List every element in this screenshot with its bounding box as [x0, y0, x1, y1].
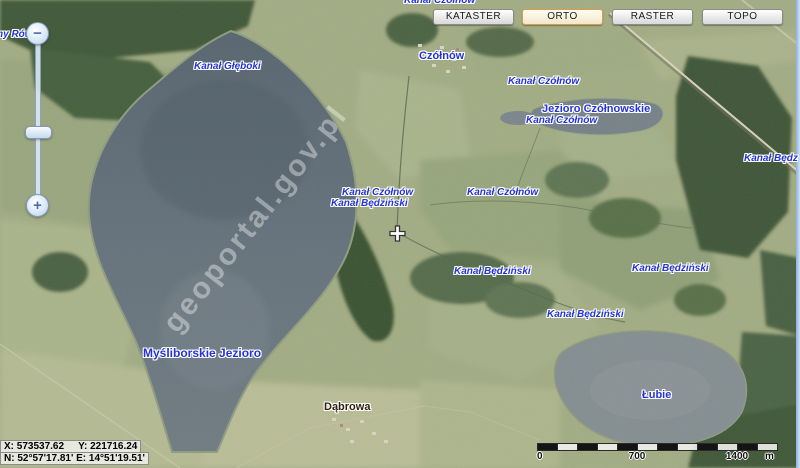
- zoom-slider-track[interactable]: [35, 33, 41, 215]
- zoom-out-button[interactable]: −: [26, 22, 49, 45]
- scale-bar-ruler: [537, 443, 778, 451]
- map-label: Kanał Czółnów: [404, 0, 475, 6]
- map-label: Kanał Czółnów: [526, 115, 597, 126]
- scale-unit: m: [765, 451, 774, 462]
- layer-button-topo[interactable]: TOPO: [702, 9, 783, 25]
- zoom-control: − +: [25, 22, 52, 222]
- map-label: Kanał Głęboki: [194, 61, 261, 72]
- scale-tick-0: 0: [537, 451, 543, 462]
- scale-tick-700: 700: [629, 451, 646, 462]
- layer-button-orto[interactable]: ORTO: [522, 9, 603, 25]
- map-label: Kanał Będziński: [454, 266, 531, 277]
- coordinate-latlon: N: 52°57'17.81' E: 14°51'19.51': [4, 453, 145, 464]
- zoom-slider-handle[interactable]: [25, 126, 52, 139]
- map-label: Jezioro Czółnowskie: [542, 103, 650, 115]
- map-canvas[interactable]: geoportal.gov.pl ny Rów Kanał Czółnów Ka…: [0, 0, 800, 468]
- map-label: Kanał Będziński: [331, 198, 408, 209]
- layer-button-kataster[interactable]: KATASTER: [433, 9, 514, 25]
- scale-tick-1400: 1400: [726, 451, 748, 462]
- aerial-imagery: [0, 0, 800, 468]
- coordinate-y: Y: 221716.24: [78, 441, 137, 452]
- map-label: Kanał Będz: [744, 153, 798, 164]
- map-label: Łubie: [642, 389, 671, 401]
- map-label: Kanał Będziński: [632, 263, 709, 274]
- map-label: Kanał Czółnów: [467, 187, 538, 198]
- layer-button-raster[interactable]: RASTER: [612, 9, 693, 25]
- map-label: Kanał Będziński: [547, 309, 624, 320]
- map-label: Kanał Czółnów: [508, 76, 579, 87]
- map-label: Czółnów: [419, 50, 464, 62]
- map-label: Dąbrowa: [324, 401, 370, 413]
- map-viewer-window: geoportal.gov.pl ny Rów Kanał Czółnów Ka…: [0, 0, 800, 468]
- coordinate-x: X: 573537.62: [4, 441, 64, 452]
- map-label: Kanał Czółnów: [342, 187, 413, 198]
- right-scrollbar-strip[interactable]: [796, 0, 800, 468]
- scale-bar: 0 700 1400 m: [537, 443, 778, 463]
- map-label: Myśliborskie Jezioro: [143, 346, 261, 360]
- coordinates-latlon: N: 52°57'17.81' E: 14°51'19.51': [0, 452, 149, 465]
- zoom-in-button[interactable]: +: [26, 194, 49, 217]
